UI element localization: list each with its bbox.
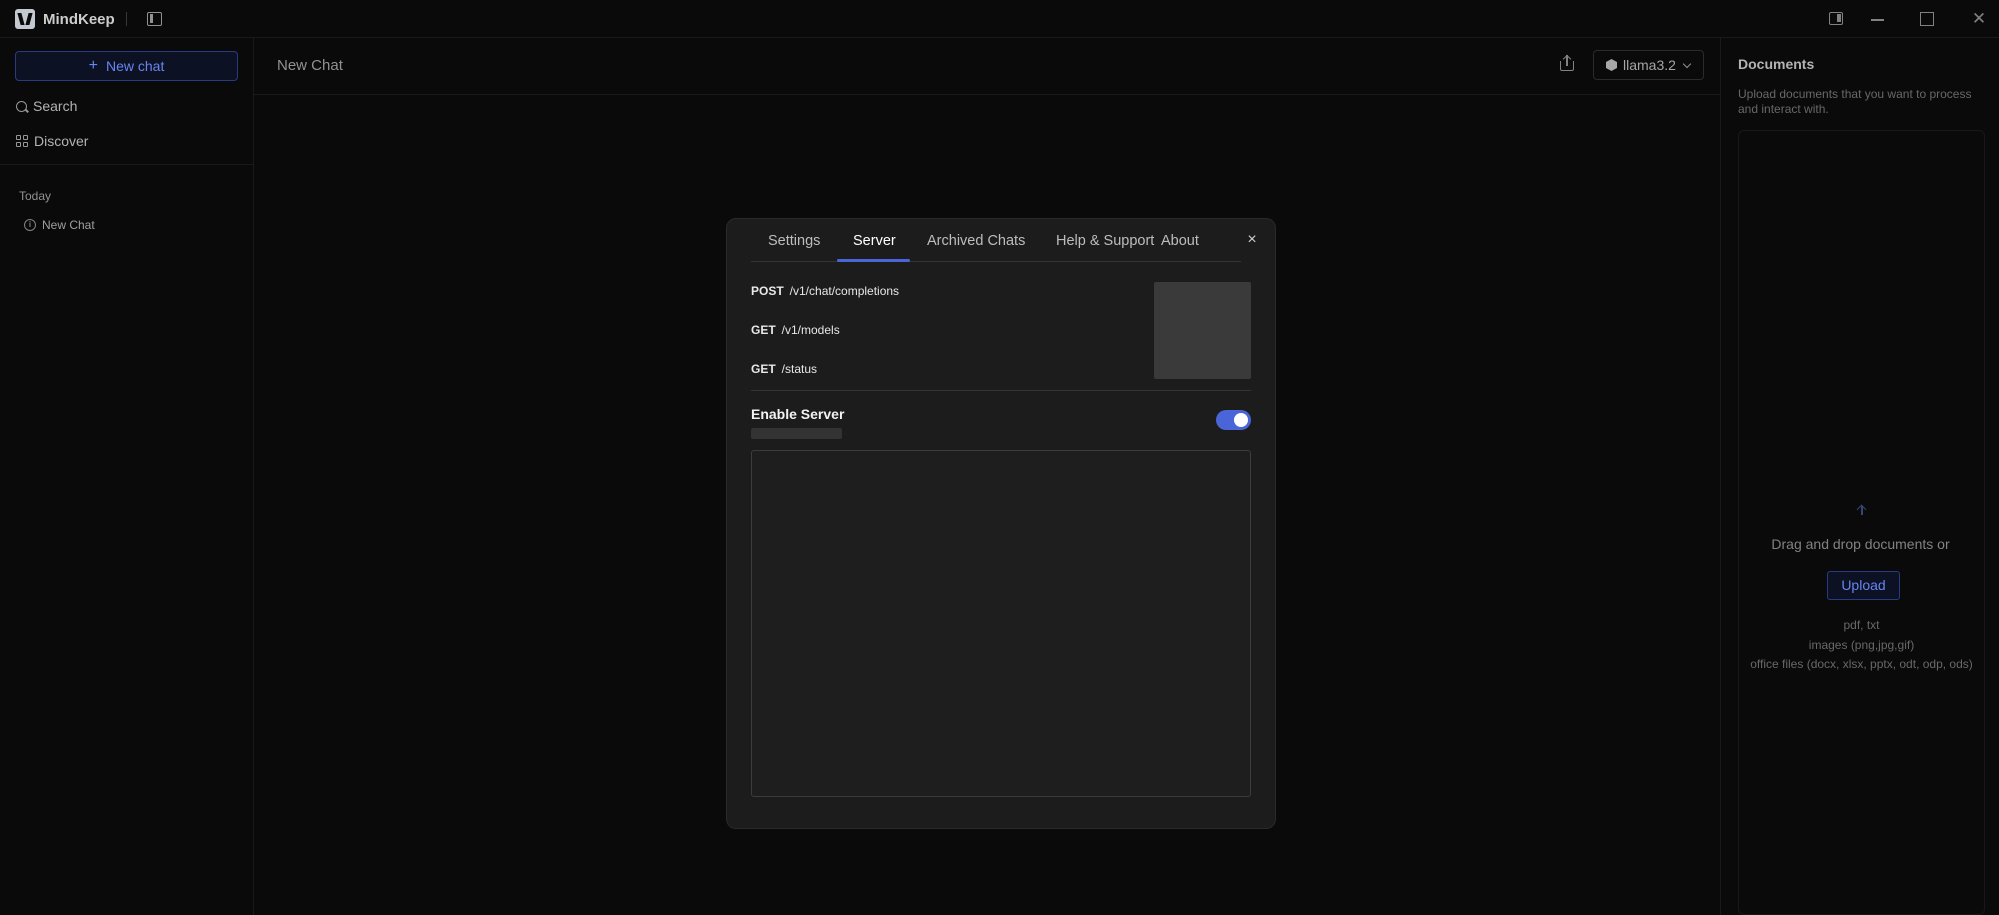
modal-tabs: Settings Server Archived Chats Help & Su… xyxy=(751,219,1241,262)
tab-about[interactable]: About xyxy=(1161,233,1199,249)
endpoint-method: GET xyxy=(751,323,776,337)
active-tab-indicator xyxy=(837,259,910,262)
endpoint-path: /v1/models xyxy=(781,323,840,337)
endpoint-row: GET/v1/models xyxy=(751,323,840,337)
enable-server-label: Enable Server xyxy=(751,406,845,422)
app-window: MindKeep ✕ + New chat Search Discover To… xyxy=(0,0,1999,915)
qr-code-placeholder xyxy=(1154,282,1251,379)
tab-server[interactable]: Server xyxy=(853,233,896,249)
modal-divider xyxy=(751,390,1251,391)
endpoint-method: POST xyxy=(751,284,784,298)
endpoint-row: POST/v1/chat/completions xyxy=(751,284,899,298)
enable-server-subtext-placeholder xyxy=(751,428,842,439)
tab-archived-chats[interactable]: Archived Chats xyxy=(927,233,1025,249)
toggle-knob xyxy=(1234,413,1248,427)
endpoint-path: /v1/chat/completions xyxy=(789,284,900,298)
endpoint-row: GET/status xyxy=(751,362,817,376)
server-log-area[interactable] xyxy=(751,450,1251,797)
close-icon[interactable]: × xyxy=(1244,231,1260,249)
settings-modal: Settings Server Archived Chats Help & Su… xyxy=(726,218,1276,829)
endpoint-path: /status xyxy=(781,362,818,376)
tab-settings[interactable]: Settings xyxy=(768,233,820,249)
tab-help-support[interactable]: Help & Support xyxy=(1056,233,1154,249)
endpoint-method: GET xyxy=(751,362,776,376)
enable-server-toggle[interactable] xyxy=(1216,410,1251,430)
